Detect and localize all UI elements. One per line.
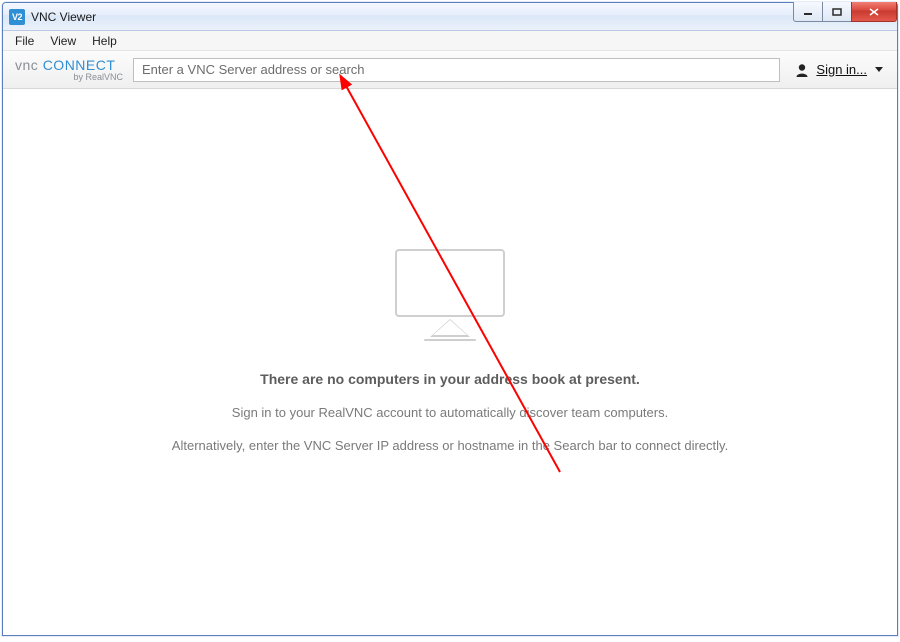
brand-byline: by RealVNC (15, 73, 123, 82)
close-button[interactable] (851, 2, 897, 22)
user-icon (794, 62, 810, 78)
menubar: File View Help (3, 31, 897, 51)
empty-state-line-2: Alternatively, enter the VNC Server IP a… (172, 438, 728, 453)
menu-view[interactable]: View (42, 32, 84, 50)
sign-in-label: Sign in... (816, 62, 867, 77)
empty-state-heading: There are no computers in your address b… (260, 371, 640, 387)
titlebar[interactable]: V2 VNC Viewer (3, 3, 897, 31)
app-window: V2 VNC Viewer File View Help vnc connect (2, 2, 898, 636)
brand-logo: vnc connect by RealVNC (15, 58, 123, 82)
menu-file[interactable]: File (7, 32, 42, 50)
sign-in-button[interactable]: Sign in... (790, 60, 887, 80)
empty-state-line-1: Sign in to your RealVNC account to autom… (232, 405, 668, 420)
maximize-button[interactable] (822, 2, 852, 22)
minimize-button[interactable] (793, 2, 823, 22)
maximize-icon (832, 8, 842, 16)
main-content: There are no computers in your address b… (3, 89, 897, 635)
brand-text-connect: connect (43, 57, 116, 73)
app-icon: V2 (9, 9, 25, 25)
close-icon (868, 7, 880, 17)
window-title: VNC Viewer (31, 10, 96, 24)
window-controls (794, 2, 897, 22)
monitor-icon (395, 249, 505, 317)
brand-text-vnc: vnc (15, 57, 38, 73)
search-input[interactable] (133, 58, 780, 82)
toolbar: vnc connect by RealVNC Sign in... (3, 51, 897, 89)
minimize-icon (803, 8, 813, 16)
menu-help[interactable]: Help (84, 32, 125, 50)
chevron-down-icon (875, 67, 883, 72)
